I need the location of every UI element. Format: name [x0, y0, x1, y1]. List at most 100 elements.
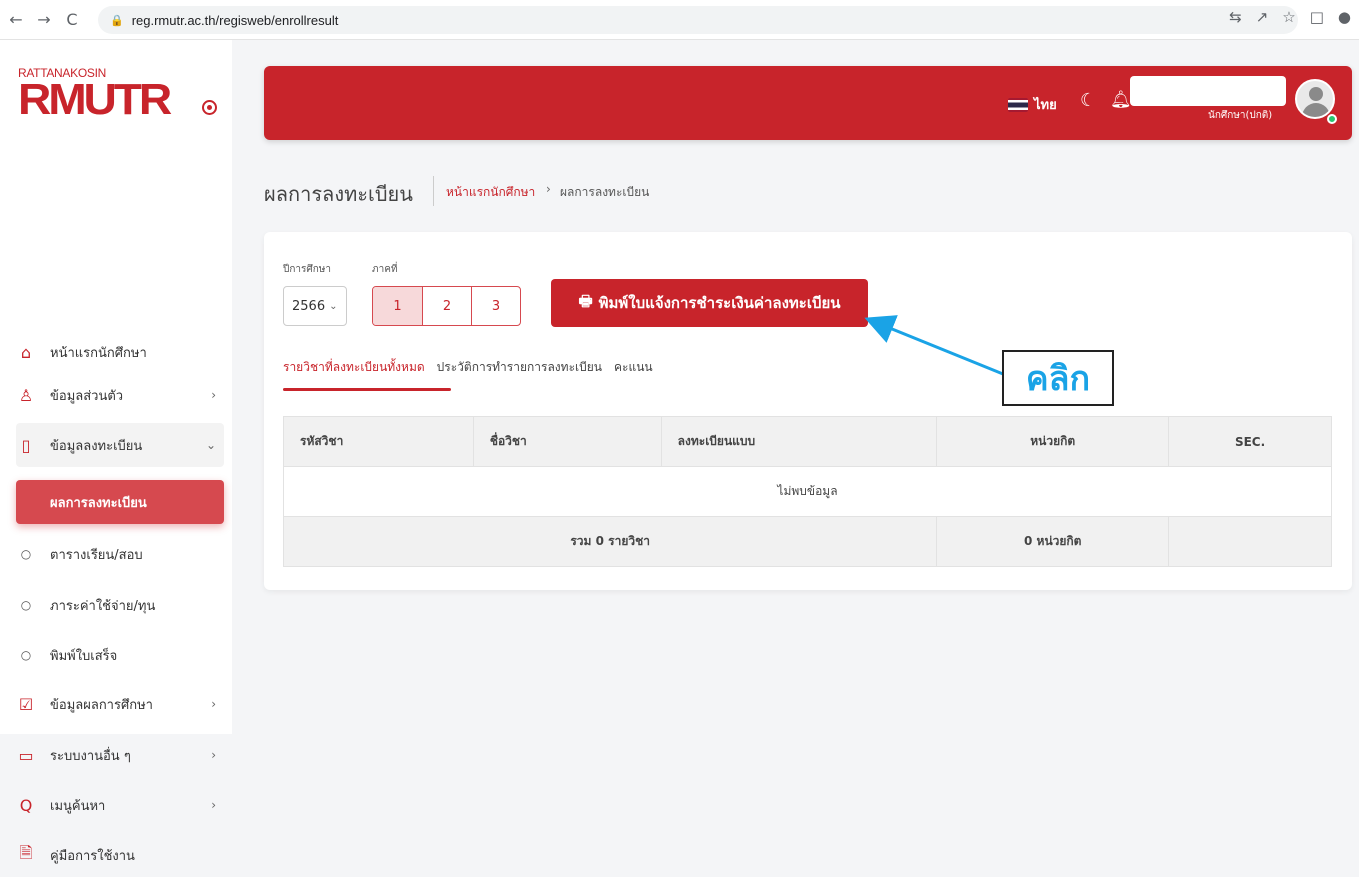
address-bar[interactable]: 🔒 reg.rmutr.ac.th/regisweb/enrollresult: [98, 6, 1298, 34]
online-status-dot: [1327, 114, 1337, 124]
bookmark-star-icon[interactable]: ☆: [1282, 8, 1295, 26]
sidebar-item-label: ผลการลงทะเบียน: [50, 495, 147, 511]
url-text: reg.rmutr.ac.th/regisweb/enrollresult: [131, 12, 339, 28]
table-header-row: รหัสวิชา ชื่อวิชา ลงทะเบียนแบบ หน่วยกิต …: [283, 416, 1332, 467]
sidebar-item-label: เมนูค้นหา: [50, 798, 106, 814]
sidebar-item-label: ระบบงานอื่น ๆ: [50, 748, 131, 764]
profile-icon[interactable]: ●: [1338, 8, 1351, 26]
sidebar-item-label: พิมพ์ใบเสร็จ: [50, 648, 118, 664]
chevron-right-icon: ›: [211, 388, 216, 402]
sidebar-item-schedule[interactable]: ○ ตารางเรียน/สอบ: [16, 532, 224, 576]
sidepanel-icon[interactable]: □: [1310, 8, 1324, 26]
sidebar-item-personal[interactable]: ♙ ข้อมูลส่วนตัว ›: [16, 373, 224, 417]
search-icon: Q: [19, 795, 33, 815]
back-icon[interactable]: ←: [4, 8, 28, 32]
sidebar-item-enroll-result[interactable]: ผลการลงทะเบียน: [16, 480, 224, 524]
user-name-box[interactable]: [1130, 76, 1286, 106]
year-value: 2566: [292, 298, 326, 314]
sidebar-item-registration[interactable]: ▯ ข้อมูลลงทะเบียน ⌄: [16, 423, 224, 467]
year-label: ปีการศึกษา: [283, 264, 331, 275]
active-tab-indicator: [283, 388, 451, 391]
col-course-name: ชื่อวิชา: [472, 416, 662, 467]
breadcrumb-current: ผลการลงทะเบียน: [560, 185, 650, 199]
sidebar-item-label: ข้อมูลผลการศึกษา: [50, 697, 153, 713]
reload-icon[interactable]: C: [60, 8, 84, 32]
click-callout: คลิก: [1002, 350, 1114, 406]
table-row: ไม่พบข้อมูล: [283, 466, 1332, 517]
avatar[interactable]: [1295, 79, 1335, 119]
result-tabs: รายวิชาที่ลงทะเบียนทั้งหมด ประวัติการทำร…: [283, 358, 665, 377]
sidebar-item-receipt[interactable]: ○ พิมพ์ใบเสร็จ: [16, 633, 224, 677]
title-divider: [433, 176, 434, 206]
logo[interactable]: RATTANAKOSIN RMUTR: [18, 66, 218, 146]
sidebar-toggle-icon[interactable]: [202, 100, 217, 115]
chevron-right-icon: ›: [211, 697, 216, 711]
lock-icon: 🔒: [110, 14, 124, 27]
checkbox-icon: ☑: [18, 694, 34, 714]
notification-bell-icon[interactable]: 🔔︎: [1110, 90, 1132, 110]
sidebar-item-label: ข้อมูลส่วนตัว: [50, 388, 124, 404]
document-icon: 🗎: [19, 842, 33, 862]
term-1-button[interactable]: 1: [373, 287, 422, 325]
summary-credits: 0 หน่วยกิต: [936, 516, 1170, 567]
print-button-label: พิมพ์ใบแจ้งการชำระเงินค่าลงทะเบียน: [598, 294, 841, 312]
top-header: ไทย ☾ 🔔︎ นักศึกษา(ปกติ): [264, 66, 1352, 140]
year-select[interactable]: 2566 ⌄: [283, 286, 347, 326]
printer-icon: 🖶: [578, 291, 593, 310]
summary-empty: [1168, 516, 1332, 567]
circle-icon: [16, 492, 36, 512]
logo-big-text: RMUTR: [18, 75, 172, 124]
translate-icon[interactable]: ⇆: [1229, 8, 1242, 26]
browser-toolbar: ← → C 🔒 reg.rmutr.ac.th/regisweb/enrollr…: [0, 0, 1359, 40]
breadcrumb-home-link[interactable]: หน้าแรกนักศึกษา: [446, 183, 535, 202]
sidebar-item-manual[interactable]: 🗎 คู่มือการใช้งาน: [16, 833, 224, 877]
courses-table: รหัสวิชา ชื่อวิชา ลงทะเบียนแบบ หน่วยกิต …: [282, 416, 1332, 567]
tab-scores[interactable]: คะแนน: [614, 358, 653, 377]
page-title: ผลการลงทะเบียน: [264, 182, 413, 206]
term-button-group: 1 2 3: [372, 286, 521, 326]
sidebar-item-home[interactable]: ⌂ หน้าแรกนักศึกษา: [16, 330, 224, 374]
sidebar-item-label: ข้อมูลลงทะเบียน: [50, 438, 143, 454]
tablet-icon: ▯: [21, 435, 31, 455]
share-icon[interactable]: ↗: [1256, 8, 1269, 26]
thai-flag-icon: [1008, 97, 1028, 112]
summary-courses: รวม 0 รายวิชา: [282, 516, 938, 567]
term-label: ภาคที่: [372, 264, 398, 275]
user-icon: ♙: [18, 385, 34, 405]
col-section: SEC.: [1168, 416, 1332, 467]
language-switch[interactable]: ไทย: [1008, 94, 1057, 115]
forward-icon[interactable]: →: [32, 8, 56, 32]
col-credits: หน่วยกิต: [936, 416, 1170, 467]
sidebar-item-label: ภาระค่าใช้จ่าย/ทุน: [50, 598, 156, 614]
sidebar-item-expenses[interactable]: ○ ภาระค่าใช้จ่าย/ทุน: [16, 583, 224, 627]
print-payment-slip-button[interactable]: 🖶 พิมพ์ใบแจ้งการชำระเงินค่าลงทะเบียน: [551, 279, 868, 327]
tab-history[interactable]: ประวัติการทำรายการลงทะเบียน: [437, 358, 602, 377]
sidebar-item-label: หน้าแรกนักศึกษา: [50, 345, 147, 361]
col-register-type: ลงทะเบียนแบบ: [660, 416, 938, 467]
sidebar-item-search-menu[interactable]: Q เมนูค้นหา ›: [16, 783, 224, 827]
chevron-right-icon: ›: [211, 798, 216, 812]
circle-icon: ○: [20, 547, 32, 561]
language-label: ไทย: [1034, 98, 1057, 113]
sidebar-item-grades[interactable]: ☑ ข้อมูลผลการศึกษา ›: [16, 682, 224, 726]
chevron-down-icon: ⌄: [329, 300, 338, 312]
circle-icon: ○: [20, 648, 32, 662]
empty-message: ไม่พบข้อมูล: [283, 466, 1332, 517]
col-course-code: รหัสวิชา: [283, 416, 474, 467]
summary-row: รวม 0 รายวิชา 0 หน่วยกิต: [282, 516, 1332, 567]
home-icon: ⌂: [20, 342, 32, 362]
breadcrumb-separator: ›: [546, 182, 551, 196]
browser-actions: ⇆ ↗ ☆ □ ●: [1229, 8, 1351, 26]
sidebar-item-other-systems[interactable]: ▭ ระบบงานอื่น ๆ ›: [16, 733, 224, 777]
user-role: นักศึกษา(ปกติ): [1208, 110, 1273, 121]
term-3-button[interactable]: 3: [471, 287, 520, 325]
sidebar-item-label: คู่มือการใช้งาน: [50, 848, 135, 864]
term-2-button[interactable]: 2: [422, 287, 471, 325]
dark-mode-icon[interactable]: ☾: [1080, 90, 1096, 111]
chevron-right-icon: ›: [211, 748, 216, 762]
clipboard-icon: ▭: [18, 745, 34, 765]
sidebar-item-label: ตารางเรียน/สอบ: [50, 547, 143, 563]
circle-icon: ○: [20, 598, 32, 612]
tab-all-courses[interactable]: รายวิชาที่ลงทะเบียนทั้งหมด: [283, 358, 425, 377]
chevron-down-icon: ⌄: [205, 438, 216, 452]
